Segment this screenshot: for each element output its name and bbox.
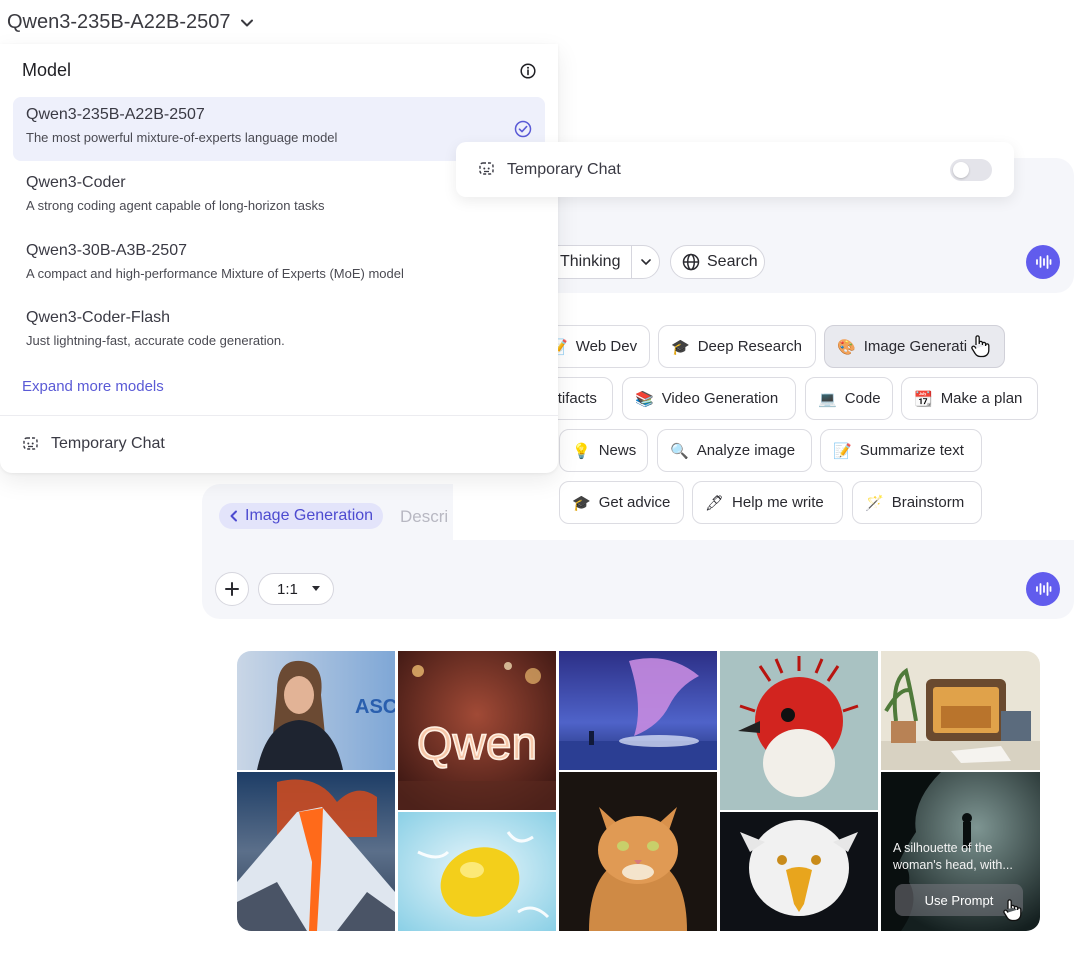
chip-label: Make a plan [940, 390, 1023, 407]
chip-label: Deep Research [697, 338, 802, 355]
model-option[interactable]: Qwen3-30B-A3B-2507 A compact and high-pe… [13, 233, 545, 297]
chip-summarize-text[interactable]: 📝 Summarize text [820, 429, 982, 472]
chevron-left-icon [230, 510, 237, 522]
prompt-input[interactable]: Descri [400, 507, 448, 527]
temporary-chat-label: Temporary Chat [507, 160, 621, 178]
speaker-backdrop-text: ASC [355, 696, 395, 718]
chip-label: Code [844, 390, 881, 407]
chip-help-me-write[interactable]: 🖋 Help me write [692, 481, 843, 524]
temporary-chat-bar: Temporary Chat [456, 142, 1014, 197]
chip-label: Brainstorm [891, 494, 965, 511]
voice-button[interactable] [1026, 572, 1060, 606]
example-gallery: ASC Qwen A silhouette of the woman's hea… [237, 651, 1040, 931]
magnifier-icon: 🔍 [670, 441, 689, 460]
chip-label: Analyze image [696, 442, 796, 459]
plus-icon [225, 582, 239, 596]
hand-cursor-icon [1001, 898, 1023, 922]
gallery-image-volcano[interactable] [237, 772, 395, 931]
add-button[interactable] [215, 572, 249, 606]
model-option-name: Qwen3-235B-A22B-2507 [26, 106, 205, 123]
chip-label: Video Generation [661, 390, 779, 407]
model-option-desc: A strong coding agent capable of long-ho… [26, 198, 325, 213]
image-generation-tag[interactable]: Image Generation [219, 503, 384, 529]
gallery-image-lemon[interactable] [398, 812, 556, 931]
gallery-image-qwen-lights[interactable]: Qwen [398, 651, 556, 810]
chip-make-a-plan[interactable]: 📆 Make a plan [901, 377, 1038, 420]
aspect-ratio-value: 1:1 [277, 580, 298, 598]
chip-get-advice[interactable]: 🎓 Get advice [559, 481, 684, 524]
waveform-icon [1036, 255, 1052, 269]
model-option-desc: Just lightning-fast, accurate code gener… [26, 333, 285, 348]
chip-label: Get advice [598, 494, 671, 511]
gallery-image-silhouette[interactable]: A silhouette of the woman's head, with..… [881, 772, 1040, 931]
image-generation-tag-label: Image Generation [245, 507, 374, 524]
graduation-cap-icon: 🎓 [572, 493, 591, 512]
model-option[interactable]: Qwen3-Coder-Flash Just lightning-fast, a… [13, 300, 545, 364]
check-circle-icon [514, 120, 532, 138]
model-option-desc: The most powerful mixture-of-experts lan… [26, 130, 338, 145]
chevron-down-icon[interactable] [641, 258, 651, 266]
model-selector-label: Qwen3-235B-A22B-2507 [7, 11, 231, 33]
chip-label: Summarize text [859, 442, 964, 459]
chip-brainstorm[interactable]: 🪄 Brainstorm [852, 481, 982, 524]
voice-button[interactable] [1026, 245, 1060, 279]
model-option-name: Qwen3-Coder-Flash [26, 309, 171, 326]
model-panel-header: Model [22, 60, 536, 81]
gallery-image-cat[interactable] [559, 772, 717, 931]
search-toggle[interactable]: Search [670, 245, 765, 279]
globe-icon [682, 253, 700, 271]
chip-label: News [598, 442, 637, 459]
pen-icon: 🖋 [705, 493, 725, 512]
light-bulb-icon: 💡 [572, 441, 591, 460]
chip-analyze-image[interactable]: 🔍 Analyze image [657, 429, 812, 472]
waveform-icon [1036, 582, 1052, 596]
model-panel-title: Model [22, 60, 72, 80]
calendar-icon: 📆 [914, 389, 933, 408]
hand-cursor-icon [969, 334, 991, 362]
books-icon: 📚 [635, 389, 654, 408]
ghost-chat-icon [23, 436, 38, 450]
temporary-chat-option[interactable]: Temporary Chat [22, 435, 165, 453]
model-dropdown: Model Qwen3-235B-A22B-2507 The most powe… [0, 44, 558, 473]
info-icon[interactable] [520, 62, 536, 79]
chip-deep-research[interactable]: 🎓 Deep Research [658, 325, 816, 368]
prompt-preview-text: A silhouette of the woman's head, with..… [893, 841, 1013, 872]
chevron-down-icon [241, 19, 254, 26]
memo-icon: 📝 [833, 441, 852, 460]
expand-more-models-link[interactable]: Expand more models [22, 378, 164, 395]
magic-wand-icon: 🪄 [865, 493, 884, 512]
qwen-glass-text: Qwen [417, 717, 537, 769]
gallery-image-eagle[interactable] [720, 812, 878, 931]
chip-video-generation[interactable]: 📚 Video Generation [622, 377, 796, 420]
gallery-image-whale[interactable] [559, 651, 717, 770]
thinking-label: Thinking [560, 253, 621, 270]
gallery-image-radio-diorama[interactable] [881, 651, 1040, 770]
temporary-chat-option-label: Temporary Chat [51, 435, 165, 452]
chip-label: Help me write [732, 494, 824, 511]
chip-label: Web Dev [575, 338, 638, 355]
chip-label: Image Generati [863, 338, 968, 355]
aspect-ratio-select[interactable]: 1:1 [258, 573, 334, 605]
palette-icon: 🎨 [837, 337, 856, 356]
pill-divider [631, 246, 632, 278]
ghost-chat-icon [479, 162, 494, 175]
model-option-name: Qwen3-30B-A3B-2507 [26, 242, 187, 259]
model-selector[interactable]: Qwen3-235B-A22B-2507 [7, 11, 254, 34]
chip-code[interactable]: 💻 Code [805, 377, 893, 420]
temporary-chat-toggle[interactable] [950, 158, 992, 181]
search-label: Search [707, 253, 758, 270]
laptop-icon: 💻 [818, 389, 837, 408]
gallery-image-red-bird[interactable] [720, 651, 878, 810]
model-option-desc: A compact and high-performance Mixture o… [26, 266, 404, 281]
gallery-image-speaker[interactable]: ASC [237, 651, 395, 770]
caret-down-icon [311, 586, 320, 591]
chip-news[interactable]: 💡 News [559, 429, 648, 472]
graduation-cap-icon: 🎓 [671, 337, 690, 356]
divider [0, 415, 558, 416]
